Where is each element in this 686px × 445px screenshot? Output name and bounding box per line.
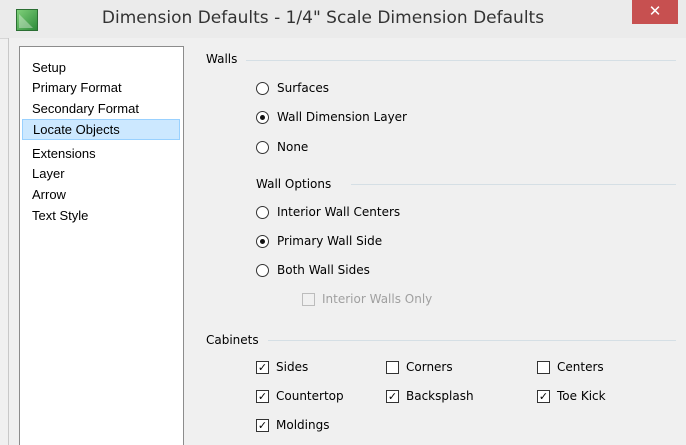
checkbox-label: Centers xyxy=(557,360,604,374)
checkbox-label: Moldings xyxy=(276,418,330,432)
radio-label: Surfaces xyxy=(277,81,329,95)
sidebar-item-setup[interactable]: Setup xyxy=(22,57,180,78)
checkbox-label: Countertop xyxy=(276,389,344,403)
title-bar: Dimension Defaults - 1/4" Scale Dimensio… xyxy=(0,0,686,39)
radio-surfaces[interactable]: Surfaces xyxy=(256,78,329,98)
checkbox-corners[interactable]: Corners xyxy=(386,357,453,377)
radio-none[interactable]: None xyxy=(256,137,308,157)
walls-group-label: Walls xyxy=(206,52,238,66)
radio-both-wall-sides[interactable]: Both Wall Sides xyxy=(256,260,370,280)
checkbox[interactable]: ✓ xyxy=(256,360,269,374)
radio-primary-wall-side[interactable]: Primary Wall Side xyxy=(256,231,382,251)
radio-button[interactable] xyxy=(256,205,269,219)
checkbox-label: Toe Kick xyxy=(557,389,606,403)
radio-button[interactable] xyxy=(256,263,269,277)
checkbox-toe-kick[interactable]: ✓ Toe Kick xyxy=(537,386,606,406)
sidebar-item-layer[interactable]: Layer xyxy=(22,163,180,184)
radio-button[interactable] xyxy=(256,81,269,95)
radio-button[interactable] xyxy=(256,110,269,124)
checkbox[interactable]: ✓ xyxy=(386,389,399,403)
checkbox-moldings[interactable]: ✓ Moldings xyxy=(256,415,329,435)
checkbox-backsplash[interactable]: ✓ Backsplash xyxy=(386,386,474,406)
radio-label: Interior Wall Centers xyxy=(277,205,401,219)
cabinets-group-divider xyxy=(268,340,676,341)
sidebar-item-text-style[interactable]: Text Style xyxy=(22,205,180,226)
cabinets-group-label: Cabinets xyxy=(206,333,259,347)
sidebar-item-extensions[interactable]: Extensions xyxy=(22,143,180,164)
checkbox[interactable] xyxy=(386,360,399,374)
checkbox[interactable]: ✓ xyxy=(256,389,269,403)
checkbox-label: Interior Walls Only xyxy=(322,292,433,306)
checkbox[interactable] xyxy=(537,360,550,374)
checkbox-label: Sides xyxy=(276,360,309,374)
walls-group-divider xyxy=(246,60,676,61)
checkbox-sides[interactable]: ✓ Sides xyxy=(256,357,308,377)
checkbox-label: Corners xyxy=(406,360,453,374)
category-list[interactable]: Setup Primary Format Secondary Format Lo… xyxy=(19,46,184,445)
sidebar-item-primary-format[interactable]: Primary Format xyxy=(22,77,180,98)
checkbox[interactable] xyxy=(302,292,315,306)
close-button[interactable]: ✕ xyxy=(632,0,678,24)
radio-button[interactable] xyxy=(256,234,269,248)
checkbox[interactable]: ✓ xyxy=(256,418,269,432)
radio-label: Both Wall Sides xyxy=(277,263,370,277)
sidebar-item-arrow[interactable]: Arrow xyxy=(22,184,180,205)
checkbox-interior-walls-only[interactable]: Interior Walls Only xyxy=(302,289,432,309)
radio-label: Primary Wall Side xyxy=(277,234,383,248)
sidebar-item-locate-objects[interactable]: Locate Objects xyxy=(22,119,180,140)
checkbox-countertop[interactable]: ✓ Countertop xyxy=(256,386,344,406)
radio-interior-wall-centers[interactable]: Interior Wall Centers xyxy=(256,202,400,222)
radio-wall-dimension-layer[interactable]: Wall Dimension Layer xyxy=(256,107,407,127)
wall-options-group-label: Wall Options xyxy=(256,177,332,191)
radio-button[interactable] xyxy=(256,140,269,154)
sidebar-item-secondary-format[interactable]: Secondary Format xyxy=(22,98,180,119)
checkbox-label: Backsplash xyxy=(406,389,474,403)
wall-options-group-divider xyxy=(351,184,676,185)
radio-label: Wall Dimension Layer xyxy=(277,110,407,124)
radio-label: None xyxy=(277,140,309,154)
window-title: Dimension Defaults - 1/4" Scale Dimensio… xyxy=(101,8,545,28)
checkbox-centers[interactable]: Centers xyxy=(537,357,604,377)
checkbox[interactable]: ✓ xyxy=(537,389,550,403)
